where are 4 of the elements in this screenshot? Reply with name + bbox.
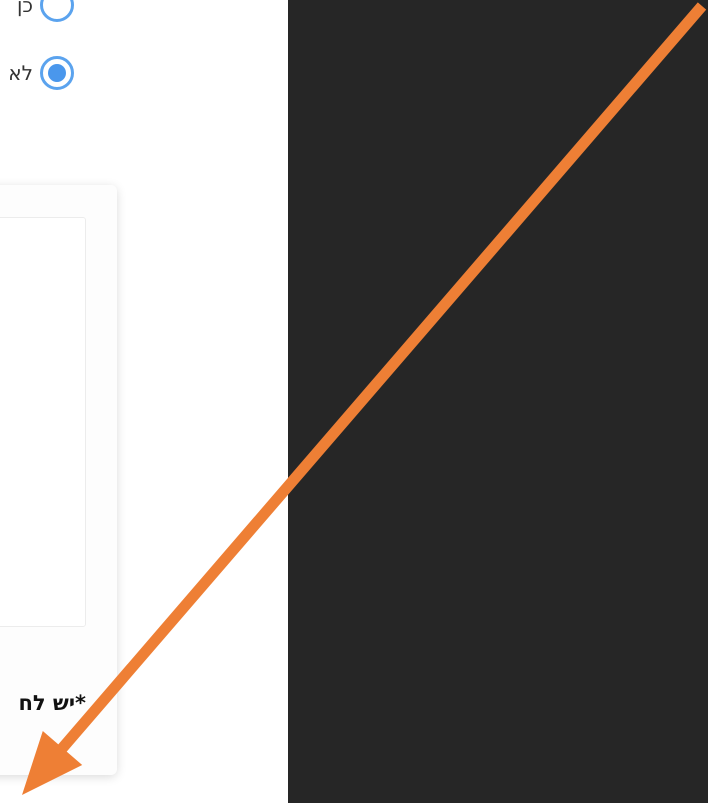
option-label: לא [8,61,33,85]
note-text: *יש לח [18,691,86,715]
radio-button[interactable] [40,56,74,90]
option-label: כן [16,0,33,17]
